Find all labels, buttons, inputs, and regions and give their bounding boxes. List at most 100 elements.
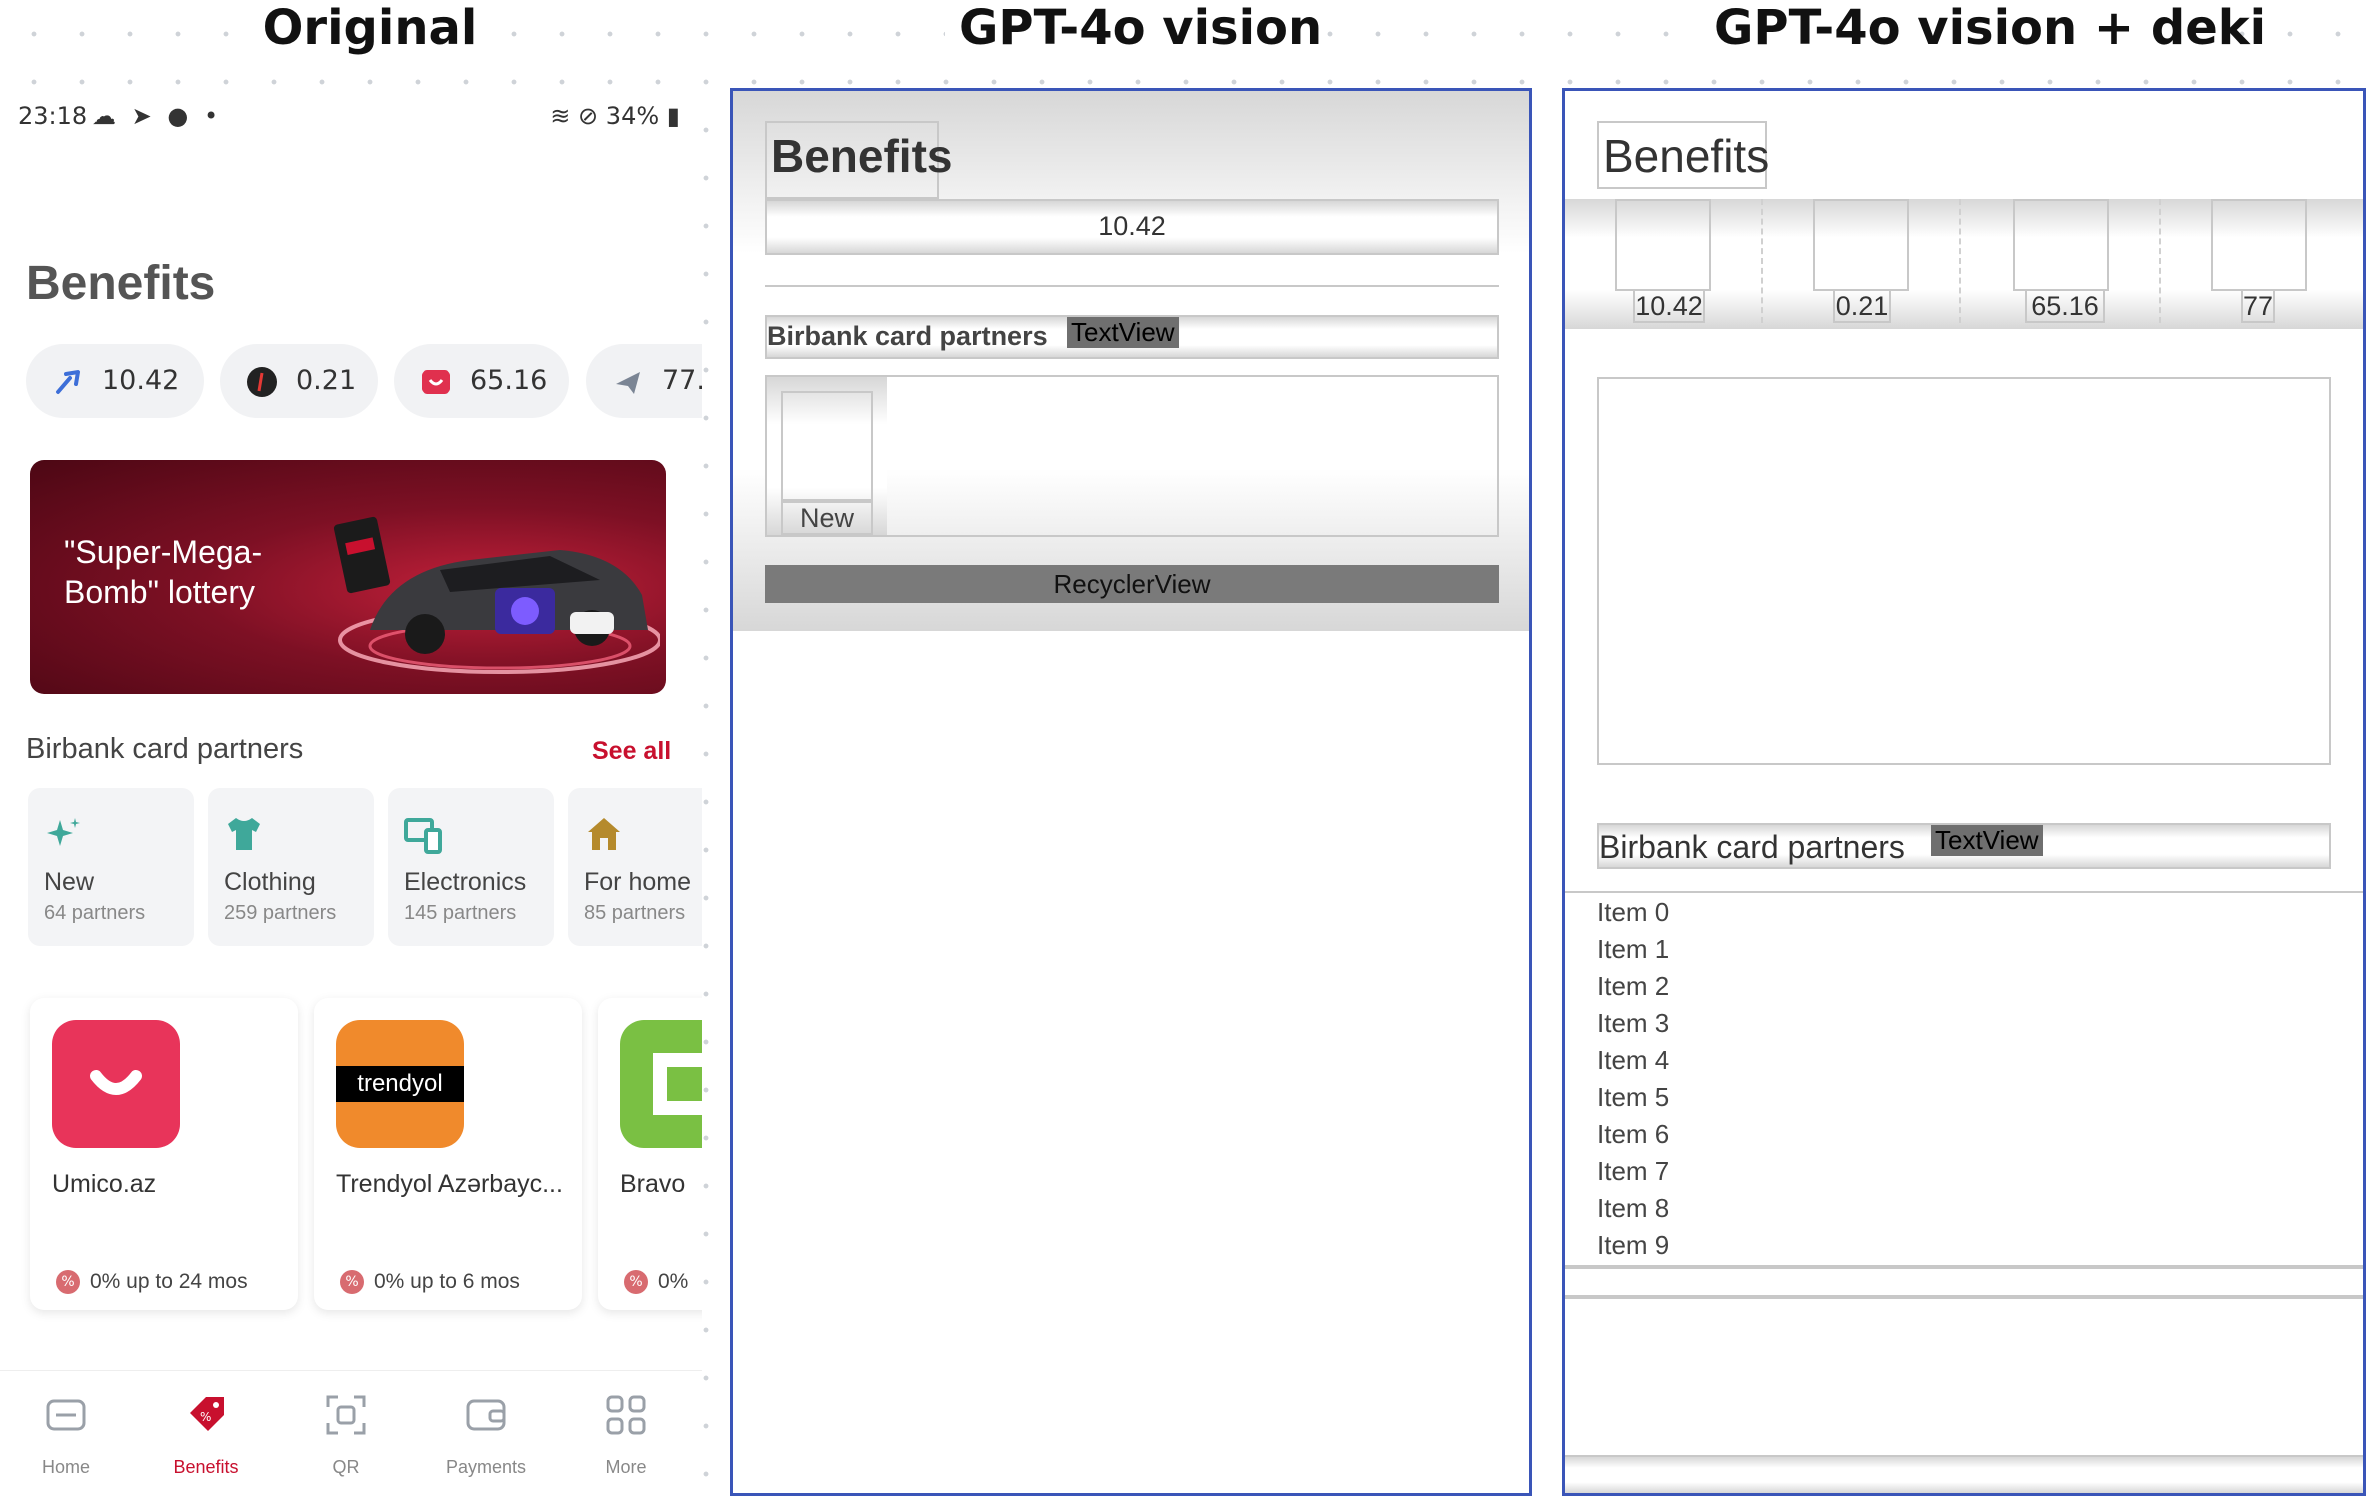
wf-textview: TextView <box>1067 317 1179 348</box>
wf3-chip-value-box: 0.21 <box>1833 289 1891 323</box>
nav-label: Benefits <box>173 1457 239 1477</box>
wallet-icon <box>466 1399 506 1431</box>
wf-title-box: Benefits <box>765 121 952 199</box>
svg-text:%: % <box>200 1410 211 1424</box>
chip-value: 65.16 <box>470 365 548 396</box>
category-count: 145 partners <box>404 902 517 924</box>
chip-bonus[interactable]: 0.21 <box>220 344 378 418</box>
wf3-bottom-container <box>1565 1297 2363 1457</box>
status-time: 23:18 <box>18 102 88 130</box>
wf3-list-item: Item 1 <box>1597 934 1670 964</box>
wf3-banner-box <box>1597 377 2331 765</box>
heading-original: Original <box>240 0 500 56</box>
partners-section-title: Birbank card partners <box>26 733 304 765</box>
wf3-chip-value: 77 <box>2243 291 2274 321</box>
trendyol-logo: trendyol <box>336 1020 464 1148</box>
wf3-list: Item 0 Item 1 Item 2 Item 3 Item 4 Item … <box>1565 891 2363 1267</box>
installment-icon: % <box>624 1270 648 1294</box>
chip-miles[interactable]: 77. <box>586 344 702 418</box>
see-all-link[interactable]: See all <box>592 737 671 766</box>
nav-label: QR <box>332 1457 360 1477</box>
wf-item-label: New <box>799 503 854 533</box>
notification-icons: ☁ ➤ ● • <box>92 102 223 130</box>
wf3-list-item: Item 4 <box>1597 1045 1670 1075</box>
tshirt-icon <box>228 818 260 850</box>
sparkle-icon <box>47 818 80 846</box>
wf3-list-item: Item 6 <box>1597 1119 1670 1149</box>
wf3-chip-value-box: 65.16 <box>2025 289 2105 323</box>
category-new[interactable]: New 64 partners <box>28 788 194 946</box>
wf3-divider <box>1761 199 1763 323</box>
promo-banner[interactable]: "Super-Mega-Bomb" lottery <box>30 460 666 694</box>
banner-text: "Super-Mega-Bomb" lottery <box>64 534 263 610</box>
umico-logo <box>52 1020 180 1148</box>
category-clothing[interactable]: Clothing 259 partners <box>208 788 374 946</box>
chip-cashback[interactable]: 10.42 <box>26 344 204 418</box>
wf3-chip-icon-box <box>2013 199 2109 291</box>
partner-name: Umico.az <box>52 1170 157 1198</box>
wf-item-label-box: New <box>781 501 873 535</box>
nav-home[interactable]: Home <box>6 1393 126 1478</box>
original-phone-screen: 23:18 ☁ ➤ ● • ≋ ⊘ 34% ▮ Benefits 10.42 0… <box>0 88 702 1512</box>
partner-card-trendyol[interactable]: trendyol Trendyol Azərbayc... % 0% up to… <box>314 998 582 1310</box>
nav-qr[interactable]: QR <box>286 1393 406 1478</box>
wf3-title-box: Benefits <box>1597 121 1770 189</box>
category-count: 85 partners <box>584 902 686 924</box>
heading-gpt4o: GPT-4o vision <box>945 0 1325 56</box>
wf3-title: Benefits <box>1603 130 1770 182</box>
nav-payments[interactable]: Payments <box>426 1393 546 1478</box>
dnd-icon: ⊘ <box>578 102 599 130</box>
bottom-navigation: Home % Benefits QR Payments More <box>0 1370 702 1512</box>
umico-icon <box>422 370 450 394</box>
wf3-chip-value-box: 77 <box>2241 289 2275 323</box>
page-title: Benefits <box>26 257 216 310</box>
partner-list: Umico.az % 0% up to 24 mos trendyol Tren… <box>30 998 702 1318</box>
benefits-tag-icon: % <box>190 1397 224 1431</box>
wf3-chip-value-box: 10.42 <box>1633 289 1705 323</box>
category-electronics[interactable]: Electronics 145 partners <box>388 788 554 946</box>
wf3-chip-value: 10.42 <box>1635 291 1703 321</box>
battery-text: 34% <box>605 102 660 130</box>
qr-scan-icon <box>326 1395 366 1435</box>
heading-gpt4o-deki: GPT-4o vision + deki <box>1700 0 2266 56</box>
wf3-list-item: Item 3 <box>1597 1008 1670 1038</box>
partner-term: 0% <box>658 1270 689 1293</box>
wf3-chip-icon-box <box>1615 199 1711 291</box>
chip-umico[interactable]: 65.16 <box>394 344 569 418</box>
nav-more[interactable]: More <box>566 1393 686 1478</box>
plane-icon <box>616 372 640 394</box>
devices-icon <box>404 818 442 854</box>
wf-value-box: 10.42 <box>765 199 1499 255</box>
wf3-chip-icon-box <box>2211 199 2307 291</box>
wf3-divider <box>1959 199 1961 323</box>
wf3-bottom-nav <box>1565 1457 2363 1493</box>
wf3-spacer <box>1565 1267 2363 1297</box>
installment-icon: % <box>340 1270 364 1294</box>
partner-name: Bravo <box>620 1170 686 1198</box>
chip-value: 10.42 <box>102 365 180 396</box>
grid-icon <box>606 1395 646 1435</box>
partner-card-umico[interactable]: Umico.az % 0% up to 24 mos <box>30 998 298 1310</box>
wf3-list-item: Item 9 <box>1597 1230 1670 1260</box>
wf3-chip-value: 0.21 <box>1835 291 1889 321</box>
wf-section-box: Birbank card partners TextView <box>765 315 1499 359</box>
balance-chips: 10.42 0.21 65.16 77. <box>26 344 702 418</box>
category-name: New <box>44 868 95 896</box>
trendyol-logo-text: trendyol <box>336 1066 464 1102</box>
category-list: New 64 partners Clothing 259 partners El… <box>28 788 702 948</box>
wf3-chip-icon-box <box>1813 199 1909 291</box>
category-for-home[interactable]: For home 85 partners <box>568 788 702 946</box>
partner-card-bravo[interactable]: Bravo % 0% <box>598 998 702 1310</box>
wf3-list-item: Item 2 <box>1597 971 1670 1001</box>
category-name: Electronics <box>404 868 527 896</box>
status-bar: 23:18 ☁ ➤ ● • ≋ ⊘ 34% ▮ <box>18 102 680 134</box>
wf3-section-box: Birbank card partners TextView <box>1597 823 2331 869</box>
category-name: For home <box>584 868 691 896</box>
nav-benefits[interactable]: % Benefits <box>146 1393 266 1478</box>
wf-value: 10.42 <box>1098 211 1166 241</box>
category-name: Clothing <box>224 868 316 896</box>
bravo-logo <box>620 1020 702 1148</box>
gpt4o-wireframe: Benefits 10.42 Birbank card partners Tex… <box>730 88 1532 1496</box>
chip-value: 0.21 <box>296 365 357 396</box>
wf-section-title: Birbank card partners <box>767 321 1048 351</box>
